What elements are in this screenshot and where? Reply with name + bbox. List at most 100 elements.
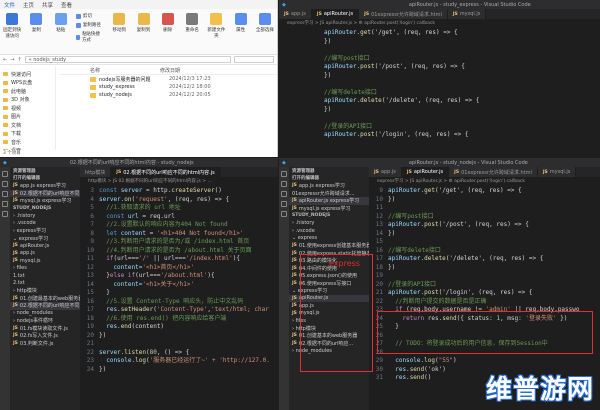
- code-token: , () => {: [156, 348, 190, 356]
- back-arrow-icon[interactable]: ←: [3, 57, 7, 63]
- column-name[interactable]: 名称: [90, 67, 160, 74]
- address-input[interactable]: « nodejs_study: [24, 56, 231, 63]
- breadcrumb: http模块 > JS 02.根据不同的url响应不同的html内容.js > …: [88, 179, 212, 184]
- editor-tab[interactable]: JS app.js: [369, 167, 402, 177]
- tree-item[interactable]: JS 01.使用express创建基本服务器: [289, 242, 369, 250]
- explorer-icon[interactable]: [281, 171, 287, 177]
- ribbon-small-button[interactable]: 剪切: [75, 13, 104, 19]
- code-token: || url===: [149, 255, 186, 262]
- editor-tab[interactable]: JS 01expressr允许跨域请求.html: [359, 9, 448, 19]
- ribbon-button[interactable]: 属性: [232, 13, 250, 33]
- ribbon-tab-share[interactable]: 共享: [42, 1, 53, 9]
- explorer-icon[interactable]: [2, 171, 8, 177]
- tree-item[interactable]: ⌄ express学习: [10, 235, 80, 243]
- editor-tab[interactable]: JS apiRouter.js: [401, 167, 450, 177]
- tree-item[interactable]: JS 02.fs写入文件.js: [10, 332, 80, 340]
- editor-tab[interactable]: JS app.js: [279, 9, 312, 19]
- ribbon-button[interactable]: 固定到快速访问: [3, 13, 21, 39]
- editor-tab[interactable]: JS 01expressr允许跨域请求.html: [449, 167, 538, 177]
- tree-item[interactable]: › node_modules: [10, 310, 80, 318]
- ribbon-small-button[interactable]: 复制路径: [75, 22, 104, 28]
- code-editor[interactable]: apiRouter.get('/get', (req, res) => {}) /…: [279, 27, 600, 140]
- tree-item[interactable]: › files: [10, 265, 80, 273]
- file-row[interactable]: nodejs写服务器的问题 2024/12/3 17:23: [60, 75, 277, 83]
- tree-item[interactable]: STUDY_NODEJS: [289, 212, 369, 220]
- tree-item[interactable]: JS app.js express学习: [10, 182, 80, 190]
- tree-item[interactable]: 01expressr允许跨域请求...: [289, 190, 369, 198]
- debug-icon[interactable]: [2, 201, 8, 207]
- nav-item[interactable]: 视频: [0, 104, 55, 113]
- search-input[interactable]: [234, 56, 274, 63]
- ribbon-button-label: 复制: [31, 28, 41, 33]
- window-title-bar: ◆ 02.根据不同的url响应不同的html内容 - study_nodejs: [0, 158, 278, 167]
- extensions-icon[interactable]: [281, 211, 287, 217]
- tree-item[interactable]: › express学习: [10, 227, 80, 235]
- ribbon-button[interactable]: 重命名: [183, 13, 201, 33]
- tab-folder[interactable]: http模块: [80, 167, 112, 177]
- ribbon-button[interactable]: 复制: [27, 13, 45, 33]
- column-date[interactable]: 修改日期: [160, 67, 180, 74]
- tree-item[interactable]: JS 02.根据不同的url响应不同...: [10, 302, 80, 310]
- code-editor[interactable]: 3 const server = http.createServer() 4 serv…: [80, 185, 278, 374]
- tree-item[interactable]: › .history: [289, 220, 369, 228]
- nav-item[interactable]: 快速访问: [0, 70, 55, 79]
- file-row[interactable]: study_express 2024/12/2 18:00: [60, 83, 277, 91]
- search-icon[interactable]: [281, 181, 287, 187]
- ribbon-button[interactable]: 新建文件夹: [207, 13, 225, 39]
- tree-item[interactable]: 2.txt: [10, 280, 80, 288]
- editor-tab[interactable]: JS mysql.js: [447, 9, 487, 19]
- file-row[interactable]: study_nodejs 2024/12/2 20:05: [60, 91, 277, 99]
- source-control-icon[interactable]: [281, 191, 287, 197]
- tree-item[interactable]: JS app.js: [10, 250, 80, 258]
- tree-item[interactable]: JS apiRouter.js express学习: [289, 197, 369, 205]
- up-arrow-icon[interactable]: ↑: [17, 57, 21, 63]
- nav-item[interactable]: 下载: [0, 130, 55, 139]
- ribbon-small-button[interactable]: 粘贴快捷方式: [75, 31, 104, 43]
- tree-item[interactable]: JS mysql.js: [10, 257, 80, 265]
- ribbon-tab-home[interactable]: 主页: [23, 1, 34, 9]
- tree-item[interactable]: › .vscode: [289, 227, 369, 235]
- ribbon-button[interactable]: 删除: [159, 13, 177, 33]
- tree-item[interactable]: › .history: [10, 212, 80, 220]
- ribbon-button[interactable]: 全部选择: [256, 13, 274, 33]
- nav-item[interactable]: 音乐: [0, 138, 55, 147]
- tree-item[interactable]: ⌄ express: [289, 235, 369, 243]
- search-icon[interactable]: [2, 181, 8, 187]
- tree-item[interactable]: STUDY_NODEJS: [10, 205, 80, 213]
- source-control-icon[interactable]: [2, 191, 8, 197]
- forward-arrow-icon[interactable]: →: [10, 57, 14, 63]
- ribbon-small-icon: [75, 13, 81, 19]
- ribbon-button[interactable]: 粘贴: [52, 13, 70, 33]
- extensions-icon[interactable]: [2, 211, 8, 217]
- tree-item[interactable]: JS app.js express学习: [289, 182, 369, 190]
- tree-item[interactable]: JS 02.根据不同的url响应不同...: [10, 189, 80, 197]
- nav-item[interactable]: 此电脑: [0, 87, 55, 96]
- code-token: ('/get', (req, res) => {: [434, 187, 522, 194]
- tree-item[interactable]: 1.txt: [10, 272, 80, 280]
- tree-item[interactable]: JS 03.判断文件.js: [10, 340, 80, 348]
- tree-item[interactable]: › nodejs事件循环: [10, 317, 80, 325]
- ribbon-tab-file[interactable]: 文件: [4, 1, 15, 9]
- tree-item[interactable]: › .vscode: [10, 220, 80, 228]
- nav-item[interactable]: 文档: [0, 121, 55, 130]
- nav-item[interactable]: 3D 对象: [0, 96, 55, 105]
- tree-item[interactable]: › http模块: [10, 287, 80, 295]
- tree-item[interactable]: JS mysql.js express学习: [10, 197, 80, 205]
- ribbon-button[interactable]: 复制到: [134, 13, 152, 33]
- nav-item[interactable]: 图片: [0, 113, 55, 122]
- tree-item[interactable]: JS 01.fs模块读取文件.js: [10, 325, 80, 333]
- tree-item[interactable]: JS apiRouter.js: [10, 242, 80, 250]
- tree-item[interactable]: JS 01.创建最基本的web服务器: [10, 295, 80, 303]
- tab-active-file[interactable]: JS 02.根据不同的url响应不同的html内容.js: [111, 167, 221, 177]
- editor-tab[interactable]: JS mysql.js: [537, 167, 577, 177]
- tree-item[interactable]: 打开的编辑器: [10, 175, 80, 183]
- ribbon-button[interactable]: 移动到: [110, 13, 128, 33]
- debug-icon[interactable]: [281, 201, 287, 207]
- ribbon-tab-view[interactable]: 查看: [61, 1, 72, 9]
- tree-item[interactable]: 打开的编辑器: [289, 175, 369, 183]
- js-file-icon: JS: [316, 11, 322, 17]
- tree-item[interactable]: JS mysql.js express学习: [289, 205, 369, 213]
- editor-tab[interactable]: JS apiRouter.js: [311, 9, 360, 19]
- code-token: "55": [438, 357, 454, 364]
- nav-item[interactable]: WPS云盘: [0, 79, 55, 88]
